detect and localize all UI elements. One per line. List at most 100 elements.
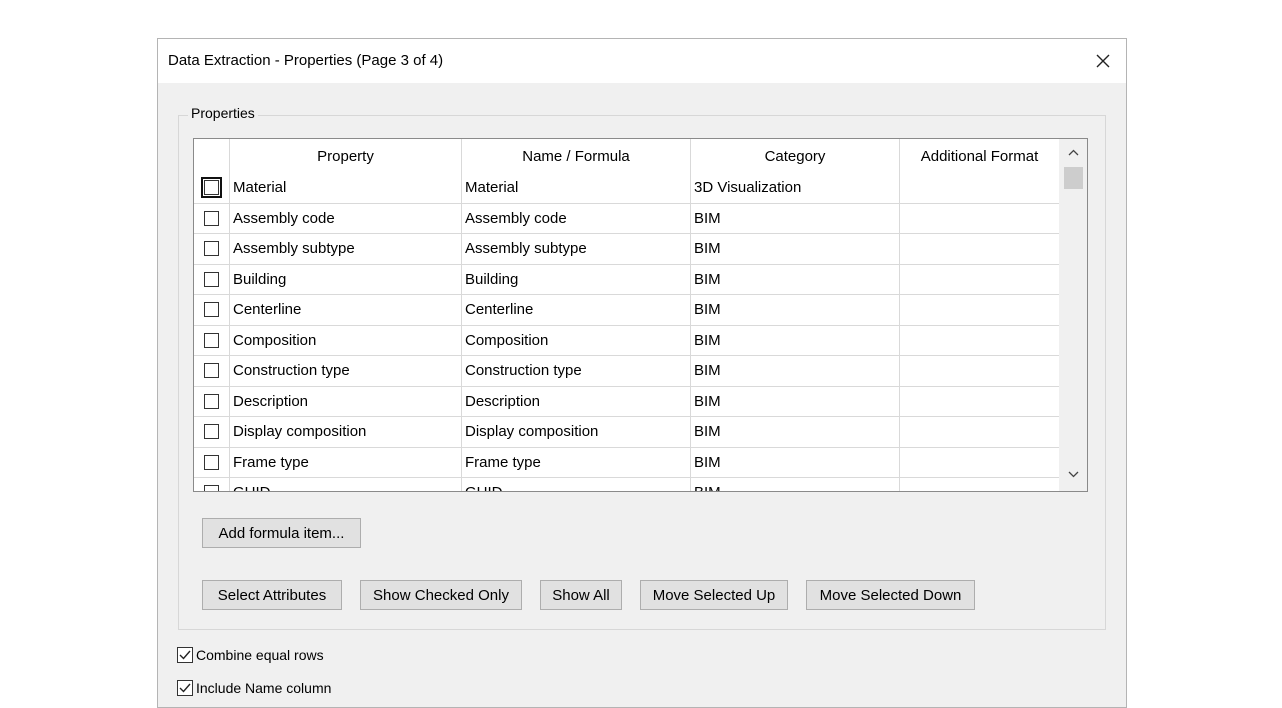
name-formula-cell[interactable]: Assembly code — [462, 203, 691, 233]
property-cell[interactable]: Building — [230, 264, 462, 294]
row-checkbox[interactable] — [201, 177, 222, 199]
header-category[interactable]: Category — [691, 139, 900, 173]
select-attributes-button[interactable]: Select Attributes — [202, 580, 342, 610]
row-checkbox[interactable] — [204, 332, 219, 348]
table-row[interactable]: Display composition Display composition … — [194, 417, 1060, 448]
show-all-button[interactable]: Show All — [540, 580, 622, 610]
scroll-thumb[interactable] — [1064, 167, 1083, 189]
table-row[interactable]: Centerline Centerline BIM — [194, 295, 1060, 326]
category-cell: BIM — [691, 386, 900, 416]
name-formula-cell[interactable]: Description — [462, 386, 691, 416]
additional-format-cell[interactable] — [900, 173, 1060, 203]
name-formula-cell[interactable]: Assembly subtype — [462, 234, 691, 264]
row-checkbox-cell[interactable] — [194, 447, 230, 477]
scroll-up-button[interactable] — [1059, 141, 1087, 163]
move-selected-up-button[interactable]: Move Selected Up — [640, 580, 788, 610]
property-cell[interactable]: Assembly subtype — [230, 234, 462, 264]
grid-header: Property Name / Formula Category Additio… — [194, 139, 1060, 173]
property-cell[interactable]: Material — [230, 173, 462, 203]
category-cell: BIM — [691, 325, 900, 355]
row-checkbox-cell[interactable] — [194, 478, 230, 491]
move-selected-down-button[interactable]: Move Selected Down — [806, 580, 975, 610]
property-cell[interactable]: Construction type — [230, 356, 462, 386]
close-icon — [1096, 54, 1110, 68]
table-row[interactable]: Description Description BIM — [194, 386, 1060, 417]
combine-equal-rows-checkbox[interactable] — [177, 647, 193, 663]
row-checkbox[interactable] — [204, 271, 219, 287]
grid-rows: Material Material 3D Visualization Assem… — [194, 173, 1060, 491]
row-checkbox-cell[interactable] — [194, 356, 230, 386]
additional-format-cell[interactable] — [900, 447, 1060, 477]
properties-grid[interactable]: Property Name / Formula Category Additio… — [193, 138, 1088, 492]
table-row[interactable]: Frame type Frame type BIM — [194, 447, 1060, 478]
table-row[interactable]: Building Building BIM — [194, 264, 1060, 295]
additional-format-cell[interactable] — [900, 325, 1060, 355]
include-name-column-checkbox[interactable] — [177, 680, 193, 696]
property-cell[interactable]: Composition — [230, 325, 462, 355]
property-cell[interactable]: Centerline — [230, 295, 462, 325]
include-name-column-label: Include Name column — [196, 680, 332, 696]
row-checkbox-cell[interactable] — [194, 386, 230, 416]
row-checkbox-cell[interactable] — [194, 203, 230, 233]
chevron-up-icon — [1068, 149, 1078, 155]
row-checkbox[interactable] — [204, 393, 219, 409]
category-cell: BIM — [691, 295, 900, 325]
header-name-formula[interactable]: Name / Formula — [462, 139, 691, 173]
row-checkbox-cell[interactable] — [194, 417, 230, 447]
row-checkbox-cell[interactable] — [194, 325, 230, 355]
include-name-column-option[interactable]: Include Name column — [177, 680, 331, 696]
row-checkbox[interactable] — [204, 241, 219, 257]
row-checkbox[interactable] — [204, 485, 219, 491]
row-checkbox-cell[interactable] — [194, 234, 230, 264]
header-additional-format[interactable]: Additional Format — [900, 139, 1060, 173]
additional-format-cell[interactable] — [900, 203, 1060, 233]
name-formula-cell[interactable]: Centerline — [462, 295, 691, 325]
property-cell[interactable]: Display composition — [230, 417, 462, 447]
row-checkbox-cell[interactable] — [194, 173, 230, 203]
row-checkbox-cell[interactable] — [194, 264, 230, 294]
property-cell[interactable]: Frame type — [230, 447, 462, 477]
additional-format-cell[interactable] — [900, 295, 1060, 325]
name-formula-cell[interactable]: Display composition — [462, 417, 691, 447]
property-cell[interactable]: Assembly code — [230, 203, 462, 233]
combine-equal-rows-option[interactable]: Combine equal rows — [177, 647, 324, 663]
table-row[interactable]: Material Material 3D Visualization — [194, 173, 1060, 204]
name-formula-cell[interactable]: Construction type — [462, 356, 691, 386]
row-checkbox[interactable] — [204, 302, 219, 318]
additional-format-cell[interactable] — [900, 356, 1060, 386]
category-cell: BIM — [691, 447, 900, 477]
name-formula-cell[interactable]: Composition — [462, 325, 691, 355]
additional-format-cell[interactable] — [900, 264, 1060, 294]
row-checkbox[interactable] — [204, 363, 219, 379]
row-checkbox-cell[interactable] — [194, 295, 230, 325]
category-cell: 3D Visualization — [691, 173, 900, 203]
additional-format-cell[interactable] — [900, 234, 1060, 264]
additional-format-cell[interactable] — [900, 386, 1060, 416]
title-bar: Data Extraction - Properties (Page 3 of … — [158, 39, 1126, 83]
row-checkbox[interactable] — [204, 454, 219, 470]
row-checkbox[interactable] — [204, 210, 219, 226]
category-cell: BIM — [691, 417, 900, 447]
close-button[interactable] — [1080, 39, 1126, 83]
header-property[interactable]: Property — [230, 139, 462, 173]
show-checked-only-button[interactable]: Show Checked Only — [360, 580, 522, 610]
table-row[interactable]: Composition Composition BIM — [194, 325, 1060, 356]
table-row[interactable]: Assembly code Assembly code BIM — [194, 203, 1060, 234]
property-cell[interactable]: Description — [230, 386, 462, 416]
table-row[interactable]: GUID GUID BIM — [194, 478, 1060, 491]
additional-format-cell[interactable] — [900, 417, 1060, 447]
name-formula-cell[interactable]: Material — [462, 173, 691, 203]
name-formula-cell[interactable]: GUID — [462, 478, 691, 491]
table-row[interactable]: Construction type Construction type BIM — [194, 356, 1060, 387]
add-formula-button[interactable]: Add formula item... — [202, 518, 361, 548]
property-cell[interactable]: GUID — [230, 478, 462, 491]
scroll-down-button[interactable] — [1059, 463, 1087, 485]
properties-group-label: Properties — [188, 105, 258, 121]
row-checkbox[interactable] — [204, 424, 219, 440]
name-formula-cell[interactable]: Building — [462, 264, 691, 294]
additional-format-cell[interactable] — [900, 478, 1060, 491]
vertical-scrollbar[interactable] — [1059, 139, 1087, 491]
table-row[interactable]: Assembly subtype Assembly subtype BIM — [194, 234, 1060, 265]
name-formula-cell[interactable]: Frame type — [462, 447, 691, 477]
checkmark-icon — [179, 683, 191, 693]
